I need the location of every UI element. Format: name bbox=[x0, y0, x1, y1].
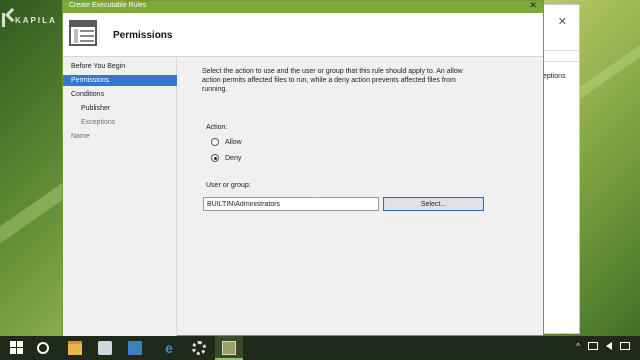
deny-option[interactable]: Deny bbox=[211, 153, 241, 163]
permissions-panel: Select the action to use and the user or… bbox=[178, 57, 543, 337]
watermark: KAPILA bbox=[2, 12, 57, 28]
close-icon[interactable]: ✕ bbox=[529, 0, 537, 10]
folder-icon[interactable] bbox=[68, 341, 82, 355]
chevron-up-icon[interactable]: ^ bbox=[576, 342, 580, 351]
title-bar[interactable]: Create Executable Rules ✕ bbox=[63, 0, 543, 13]
page-title: Permissions bbox=[113, 30, 173, 41]
step-permissions[interactable]: Permissions bbox=[63, 75, 177, 86]
user-or-group-label: User or group: bbox=[206, 182, 251, 189]
taskbar: e ^ bbox=[0, 336, 640, 360]
allow-option[interactable]: Allow bbox=[211, 137, 242, 147]
step-name[interactable]: Name bbox=[63, 131, 177, 142]
volume-icon[interactable] bbox=[606, 342, 612, 350]
allow-radio[interactable] bbox=[211, 138, 219, 146]
notification-icon[interactable] bbox=[620, 342, 630, 350]
start-icon[interactable] bbox=[10, 341, 24, 355]
background-column-text: eptions bbox=[543, 73, 566, 80]
step-exceptions[interactable]: Exceptions bbox=[63, 117, 177, 128]
step-conditions[interactable]: Conditions bbox=[63, 89, 177, 100]
background-close-icon[interactable]: ✕ bbox=[558, 15, 567, 28]
internet-explorer-icon[interactable]: e bbox=[162, 341, 176, 355]
applocker-app-icon[interactable] bbox=[222, 341, 236, 355]
watermark-logo-icon bbox=[2, 13, 12, 27]
cortana-icon[interactable] bbox=[37, 342, 49, 354]
wizard-header: Permissions bbox=[63, 13, 543, 57]
rules-table-icon bbox=[69, 20, 97, 46]
user-or-group-field[interactable] bbox=[203, 197, 379, 211]
wizard-steps-nav: Before You Begin Permissions Conditions … bbox=[63, 57, 177, 337]
instructions-text: Select the action to use and the user or… bbox=[202, 68, 463, 93]
system-tray: ^ bbox=[576, 342, 630, 351]
action-label: Action: bbox=[206, 124, 228, 131]
step-publisher[interactable]: Publisher bbox=[63, 103, 177, 114]
watermark-text: KAPILA bbox=[15, 15, 57, 25]
monitor-icon[interactable] bbox=[128, 341, 142, 355]
select-button[interactable]: Select... bbox=[383, 197, 484, 211]
deny-label[interactable]: Deny bbox=[225, 155, 241, 162]
background-pane bbox=[543, 85, 579, 335]
wizard-window: Create Executable Rules ✕ Permissions Be… bbox=[62, 0, 544, 337]
deny-radio[interactable] bbox=[211, 154, 219, 162]
step-before-you-begin[interactable]: Before You Begin bbox=[63, 61, 177, 72]
paint-icon[interactable] bbox=[98, 341, 112, 355]
allow-label[interactable]: Allow bbox=[225, 139, 242, 146]
display-icon[interactable] bbox=[588, 342, 598, 350]
window-title: Create Executable Rules bbox=[69, 2, 147, 9]
settings-gear-icon[interactable] bbox=[192, 341, 206, 355]
